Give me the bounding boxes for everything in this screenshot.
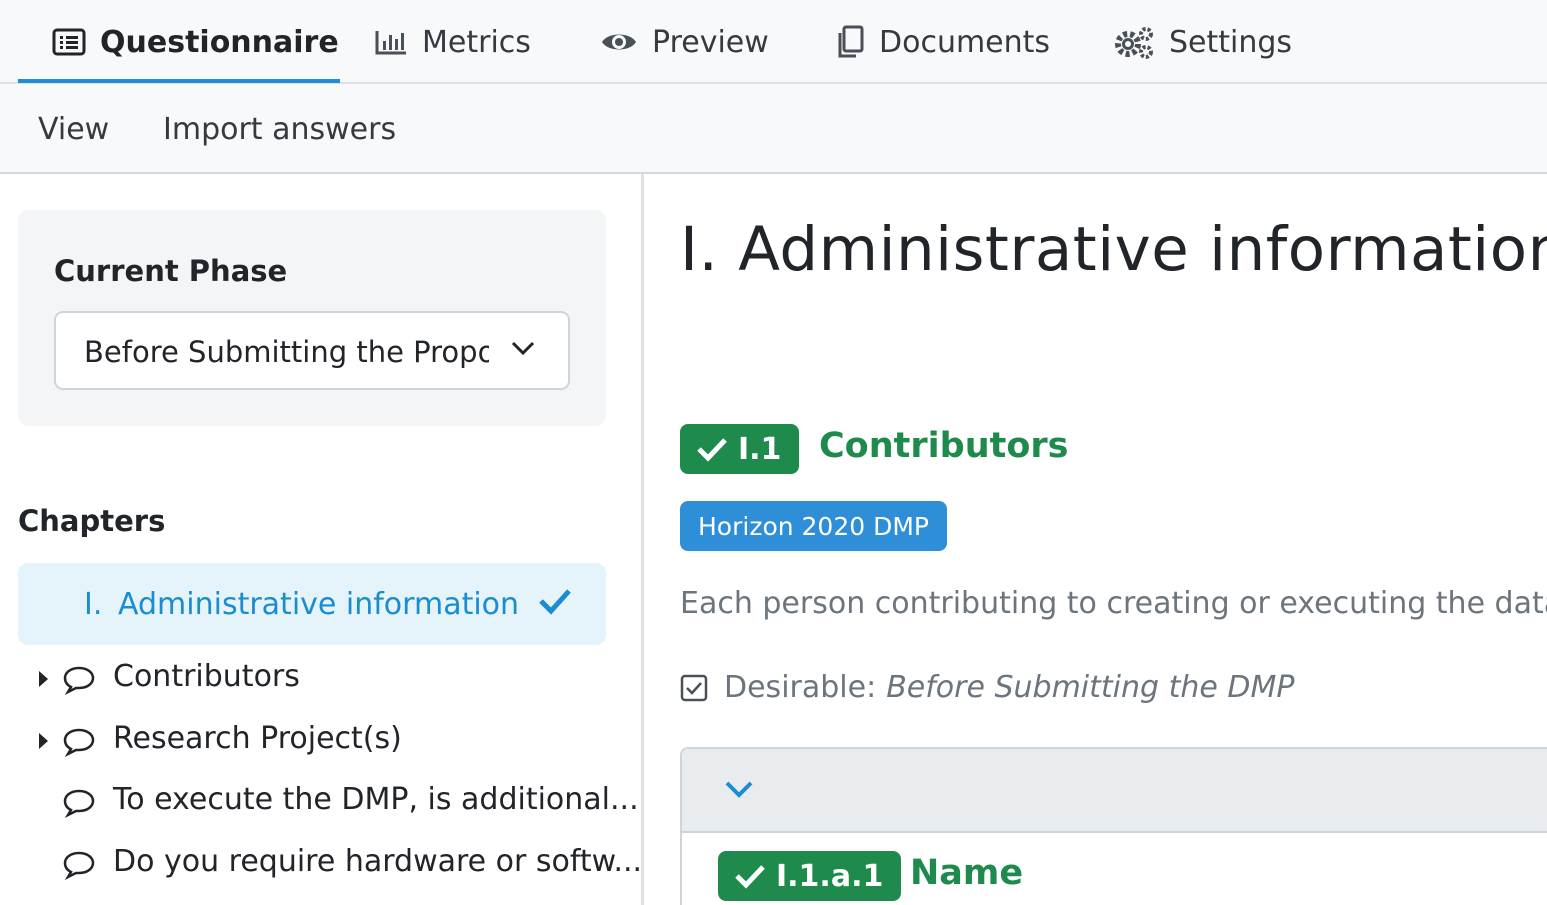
tab-preview[interactable]: Preview <box>600 0 769 84</box>
tree-item-additional[interactable]: To execute the DMP, is additional... <box>36 776 639 826</box>
tab-documents[interactable]: Documents <box>835 0 1050 84</box>
caret-right-icon[interactable] <box>36 731 50 755</box>
tree-item-label: Contributors <box>113 659 300 694</box>
check-icon <box>735 865 765 889</box>
top-tab-bar: Questionnaire Metrics Preview Documents … <box>0 0 1547 84</box>
check-icon <box>538 587 572 619</box>
sub-navigation: View Import answers <box>0 84 1547 174</box>
phase-title: Current Phase <box>54 254 288 288</box>
tab-questionnaire-label: Questionnaire <box>100 24 339 60</box>
comment-icon <box>62 727 96 761</box>
sub-question-title: Name <box>910 853 1024 893</box>
tree-item-label: Research Project(s) <box>113 721 402 756</box>
answer-panel-header <box>682 749 1547 833</box>
checkbox-icon <box>680 674 708 701</box>
answer-panel: I.1.a.1 Name <box>680 747 1547 905</box>
view-menu[interactable]: View <box>38 112 109 147</box>
desirable-label: Desirable: <box>724 670 877 705</box>
desirable-value: Before Submitting the DMP <box>886 670 1295 705</box>
chapter-heading: I. Administrative information <box>680 214 1547 285</box>
tab-settings-label: Settings <box>1169 24 1293 60</box>
tab-documents-label: Documents <box>879 24 1051 60</box>
chapter-item-administrative[interactable]: I. Administrative information <box>18 563 606 645</box>
question-description: Each person contributing to creating or … <box>680 586 1547 621</box>
phase-select-value: Before Submitting the Proposal <box>84 335 489 369</box>
question-number: I.1 <box>738 431 782 467</box>
chevron-down-icon <box>510 339 536 361</box>
check-icon <box>697 438 727 462</box>
tag-badge: Horizon 2020 DMP <box>680 501 947 551</box>
import-answers-menu[interactable]: Import answers <box>163 112 396 147</box>
copy-icon <box>835 25 865 59</box>
sub-question-number-badge: I.1.a.1 <box>718 851 902 901</box>
question-title: Contributors <box>819 426 1069 466</box>
caret-right-icon[interactable] <box>36 669 50 693</box>
tab-metrics[interactable]: Metrics <box>374 0 531 84</box>
tree-item-label: Do you require hardware or softw... <box>113 844 643 879</box>
sidebar: Current Phase Before Submitting the Prop… <box>0 174 642 905</box>
bar-chart-icon <box>374 28 408 56</box>
tab-settings[interactable]: Settings <box>1113 0 1292 84</box>
desirable-info: Desirable: Before Submitting the DMP <box>680 670 1294 705</box>
phase-card: Current Phase Before Submitting the Prop… <box>18 210 606 426</box>
chapter-number: I. <box>84 587 103 622</box>
list-icon <box>52 28 86 56</box>
tree-item-hardware[interactable]: Do you require hardware or softw... <box>36 838 642 888</box>
chapters-title: Chapters <box>18 504 166 538</box>
active-tab-indicator <box>18 79 340 83</box>
gears-icon <box>1113 25 1155 59</box>
tab-preview-label: Preview <box>652 24 769 60</box>
tab-questionnaire[interactable]: Questionnaire <box>52 0 339 84</box>
chapter-label: Administrative information <box>118 587 520 622</box>
comment-icon <box>62 665 96 699</box>
tree-item-contributors[interactable]: Contributors <box>36 653 616 703</box>
tab-metrics-label: Metrics <box>422 24 531 60</box>
comment-icon <box>62 788 96 822</box>
tree-item-label: To execute the DMP, is additional... <box>113 782 639 817</box>
chevron-down-icon[interactable] <box>724 779 754 803</box>
main-content: I. Administrative information I.1 Contri… <box>644 174 1547 905</box>
question-number-badge: I.1 <box>680 424 800 474</box>
sub-question-number: I.1.a.1 <box>776 858 884 894</box>
comment-icon <box>62 850 96 884</box>
eye-icon <box>600 29 638 55</box>
tree-item-research-projects[interactable]: Research Project(s) <box>36 715 616 765</box>
phase-select[interactable]: Before Submitting the Proposal <box>54 311 570 390</box>
